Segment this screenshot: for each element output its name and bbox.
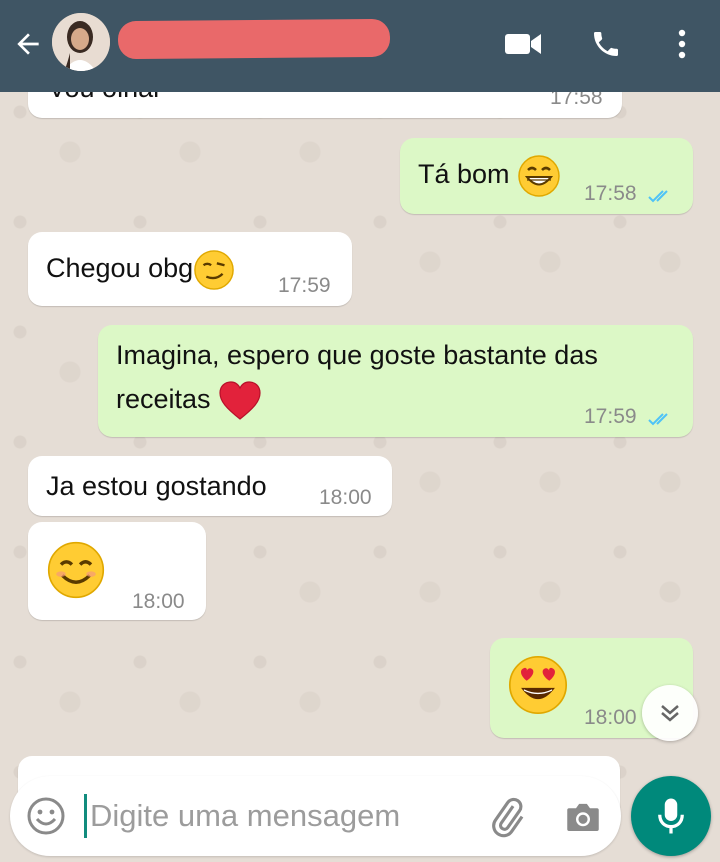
message-composer	[10, 776, 621, 856]
contact-name-redacted[interactable]	[117, 18, 391, 60]
read-ticks-icon	[648, 190, 668, 203]
video-call-button[interactable]	[503, 26, 543, 62]
scroll-to-bottom-button[interactable]	[642, 685, 698, 741]
message-list[interactable]: Vou olhar 17:58 Tá bom 17:58 Chegou obg	[0, 92, 720, 862]
heart-eyes-face-emoji	[508, 655, 568, 715]
message-time: 17:58	[550, 92, 603, 109]
message-text: Chegou obg	[46, 253, 194, 283]
smirking-face-emoji	[194, 250, 234, 290]
text-cursor	[84, 794, 87, 838]
message-time: 18:00	[319, 486, 372, 509]
more-vert-icon	[678, 29, 686, 59]
message-incoming[interactable]: Ja estou gostando 18:00	[28, 456, 392, 516]
message-incoming[interactable]: Vou olhar 17:58	[28, 92, 622, 118]
message-time: 17:59	[278, 274, 331, 297]
message-time: 18:00	[132, 590, 185, 613]
avatar[interactable]	[52, 13, 110, 71]
phone-icon	[594, 32, 618, 56]
message-input[interactable]	[90, 794, 470, 838]
smiling-face-emoji	[47, 541, 105, 599]
message-outgoing[interactable]: Tá bom 17:58	[400, 138, 693, 214]
message-time: 18:00	[584, 706, 637, 729]
message-incoming[interactable]: Chegou obg 17:59	[28, 232, 352, 306]
paperclip-icon[interactable]	[486, 796, 528, 838]
microphone-icon	[658, 798, 684, 834]
red-heart-emoji	[219, 381, 261, 420]
chat-header	[0, 0, 720, 92]
message-time: 17:59	[584, 405, 637, 428]
back-button[interactable]	[10, 26, 46, 62]
back-arrow-icon	[17, 33, 39, 55]
message-text: Ja estou gostando	[46, 471, 267, 501]
double-chevron-down-icon	[661, 705, 679, 722]
grinning-face-emoji	[518, 155, 560, 197]
message-outgoing[interactable]: Imagina, espero que goste bastante das r…	[98, 325, 693, 437]
message-text: receitas	[116, 384, 211, 414]
camera-icon[interactable]	[562, 796, 604, 838]
voice-call-button[interactable]	[586, 26, 626, 62]
message-text: Vou olhar	[48, 92, 162, 110]
read-ticks-icon	[648, 413, 668, 426]
message-time: 17:58	[584, 182, 637, 205]
voice-message-button[interactable]	[631, 776, 711, 856]
message-incoming[interactable]: 18:00	[28, 522, 206, 620]
message-text: Tá bom	[418, 159, 510, 189]
message-text: Imagina, espero que goste bastante das	[116, 340, 598, 370]
video-call-icon	[505, 34, 541, 54]
emoji-picker-icon[interactable]	[26, 796, 66, 836]
more-options-button[interactable]	[662, 26, 702, 62]
